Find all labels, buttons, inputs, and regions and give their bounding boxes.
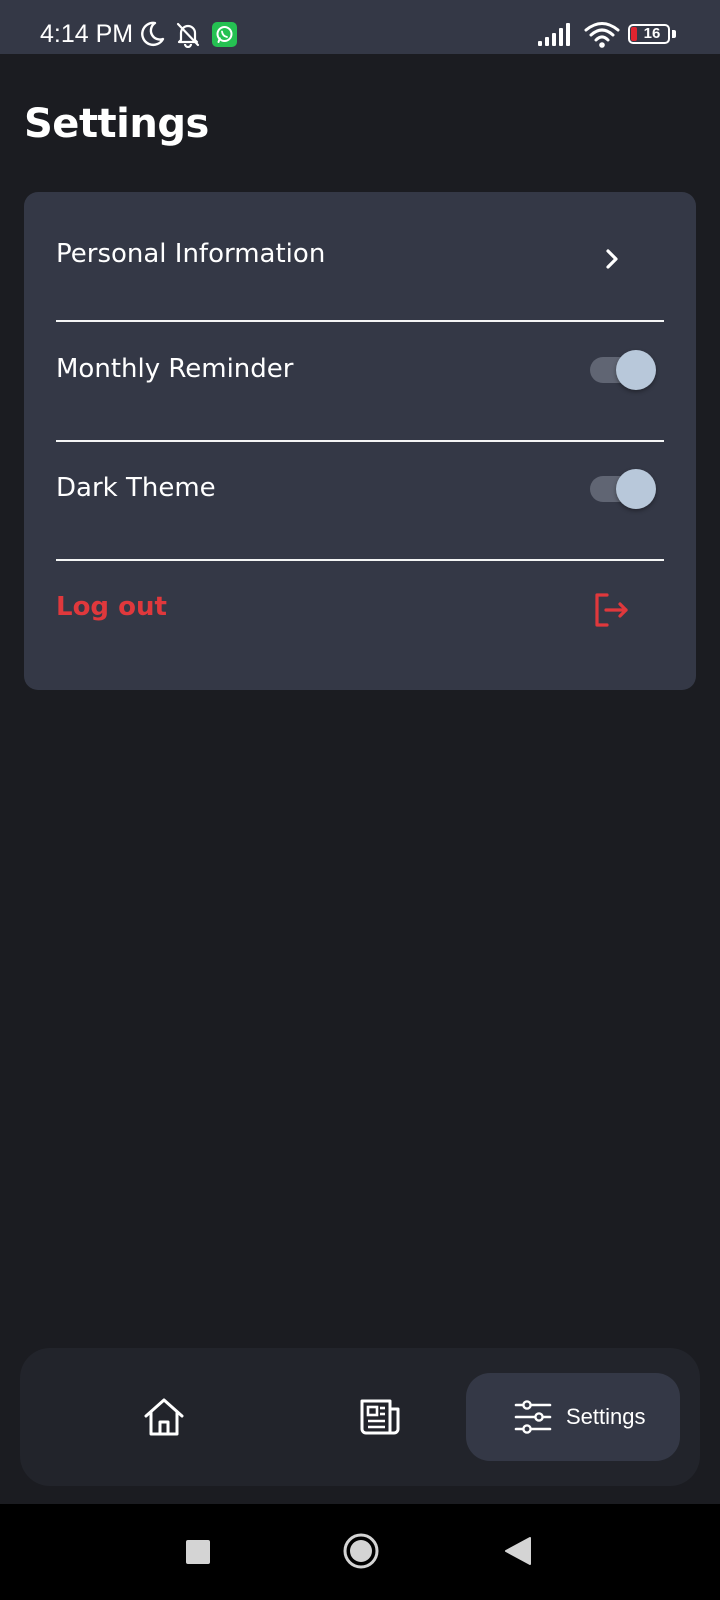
page-title: Settings [24,101,209,147]
moon-icon [141,21,165,46]
recents-icon[interactable] [186,1540,210,1564]
status-bar: 4:14 PM 16 [0,0,720,54]
home-icon [144,1398,184,1436]
battery-icon: 16 [628,24,676,44]
monthly-reminder-toggle[interactable] [590,350,658,390]
toggle-thumb [616,469,656,509]
wifi-icon [584,22,620,48]
monthly-reminder-row: Monthly Reminder [56,350,664,402]
sliders-icon [514,1400,552,1434]
whatsapp-icon [212,22,237,47]
nav-home-button[interactable] [116,1373,208,1461]
dark-theme-row: Dark Theme [56,469,664,521]
back-icon[interactable] [504,1536,532,1566]
bottom-nav: Settings [20,1348,700,1486]
system-nav-bar [0,1504,720,1600]
divider [56,440,664,442]
battery-level: 16 [643,25,661,42]
bell-off-icon [176,22,200,48]
logout-label: Log out [56,592,167,622]
newspaper-icon [360,1399,400,1435]
status-time: 4:14 PM [40,20,134,48]
nav-settings-button[interactable]: Settings [466,1373,680,1461]
personal-information-row[interactable]: Personal Information [56,232,664,290]
home-circle-icon[interactable] [342,1532,380,1570]
nav-settings-label: Settings [566,1404,646,1429]
nav-news-button[interactable] [332,1373,424,1461]
divider [56,559,664,561]
dark-theme-toggle[interactable] [590,469,658,509]
toggle-thumb [616,350,656,390]
signal-icon [538,23,570,46]
settings-card: Personal Information Monthly Reminder Da… [24,192,696,690]
divider [56,320,664,322]
dark-theme-label: Dark Theme [56,473,216,503]
chevron-right-icon [606,249,618,269]
personal-information-label: Personal Information [56,239,326,269]
monthly-reminder-label: Monthly Reminder [56,354,294,384]
logout-row[interactable]: Log out [56,586,664,646]
logout-icon [595,593,628,627]
